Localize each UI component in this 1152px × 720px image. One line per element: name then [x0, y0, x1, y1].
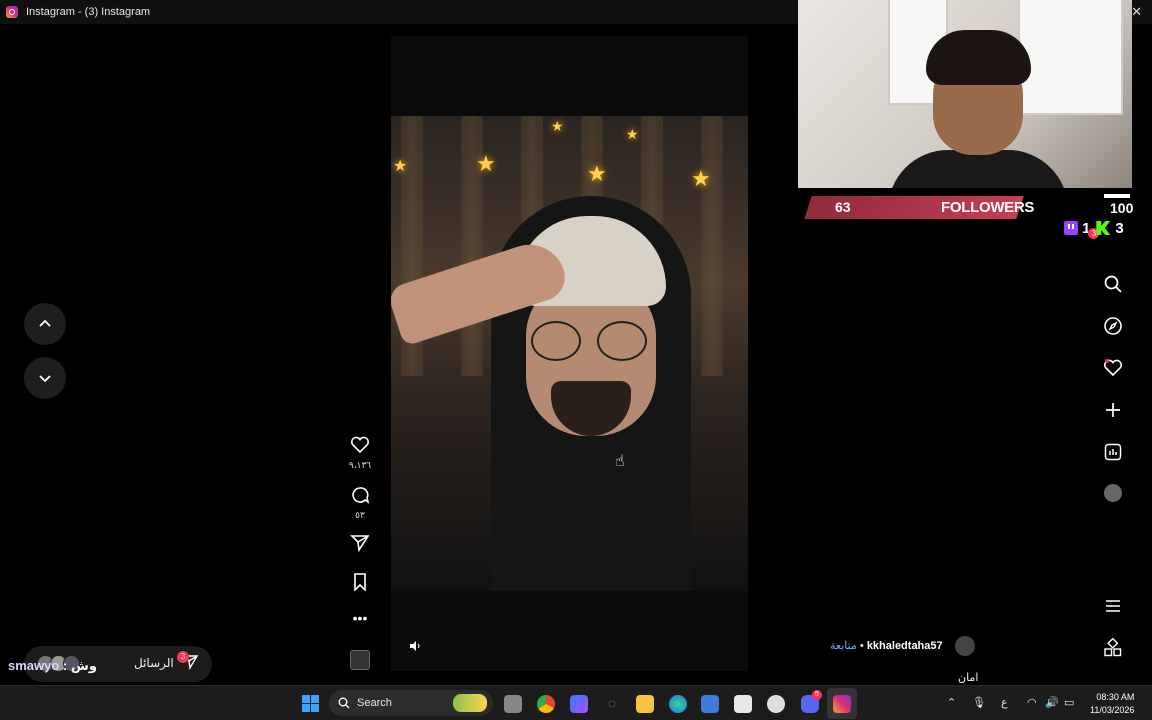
input-language[interactable]: ع [1001, 696, 1008, 709]
menu-icon[interactable] [1103, 596, 1123, 616]
search-label: Search [357, 697, 392, 709]
comment-icon[interactable] [350, 486, 370, 504]
chat-message: وش [70, 658, 97, 673]
reel-video[interactable]: ★ ★ ★ ★ ★ ★ ☝ [391, 116, 748, 591]
dashboard-icon[interactable] [1103, 442, 1123, 462]
search-icon[interactable] [1103, 274, 1123, 294]
search-icon [338, 697, 350, 709]
audio-thumbnail[interactable] [350, 650, 370, 670]
create-plus-icon[interactable] [1103, 400, 1123, 420]
share-action[interactable] [340, 534, 380, 557]
window-title: Instagram - (3) Instagram [26, 6, 151, 18]
copilot-icon[interactable] [570, 695, 588, 713]
author-username[interactable]: kkhaledtaha57 [867, 640, 943, 652]
stream-chat-line: smawyo : وش [8, 658, 97, 673]
more-options-icon[interactable]: ••• [340, 610, 380, 626]
settings-gear-icon[interactable] [767, 695, 785, 713]
instagram-taskbar-icon[interactable] [833, 695, 851, 713]
messages-label[interactable]: الرسائل [134, 656, 174, 670]
profile-avatar-icon[interactable] [1104, 484, 1122, 502]
followers-goal: 100 [1110, 200, 1134, 216]
audio-toggle-icon[interactable] [409, 640, 421, 652]
kick-count: 3 [1115, 219, 1124, 237]
platform-counts: 1 3 3 [1064, 218, 1130, 239]
close-icon[interactable]: ✕ [1131, 4, 1142, 20]
next-reel-button[interactable] [24, 357, 66, 399]
tray-overflow-icon[interactable]: ⌃ [947, 696, 956, 709]
twitch-icon [1064, 221, 1078, 235]
start-button[interactable] [302, 695, 319, 712]
clock-date: 11/03/2026 [1090, 705, 1135, 715]
chat-username: smawyo [8, 658, 60, 673]
webcam-overlay [798, 0, 1132, 188]
file-explorer-icon[interactable] [636, 695, 654, 713]
comment-count: ٥٣ [355, 510, 365, 520]
reel-caption: امان [958, 672, 979, 684]
battery-icon[interactable]: ▭ [1064, 696, 1074, 709]
windows-taskbar: Search ◌ 5 ⌃ 🎙 ع ◠ 🔊 ▭ 08:30 AM 11/03/20… [0, 685, 1152, 720]
followers-count: 63 [835, 199, 851, 215]
reel-player[interactable]: ★ ★ ★ ★ ★ ★ ☝ [391, 36, 748, 671]
explore-icon[interactable] [1103, 316, 1123, 336]
task-view-icon[interactable] [504, 695, 522, 713]
instagram-app-icon [6, 6, 18, 18]
search-highlight-icon [453, 694, 487, 712]
goal-indicator [1104, 194, 1130, 198]
store-icon[interactable] [734, 695, 752, 713]
chrome-icon[interactable] [537, 695, 555, 713]
follow-button[interactable]: متابعة [830, 640, 857, 652]
author-avatar[interactable] [955, 636, 975, 656]
followers-label: FOLLOWERS [941, 199, 1035, 216]
like-action[interactable]: ٩،١٣٦ [340, 436, 380, 471]
microphone-icon[interactable]: 🎙 [972, 696, 986, 709]
volume-icon[interactable]: 🔊 [1045, 696, 1059, 709]
mouse-cursor-icon: ☝ [615, 453, 625, 470]
comment-action[interactable]: ٥٣ [340, 486, 380, 521]
heart-icon[interactable] [350, 436, 370, 454]
chevron-up-icon [39, 319, 51, 327]
kick-icon [1096, 221, 1111, 235]
notifications-heart-icon[interactable] [1103, 358, 1123, 378]
system-clock[interactable]: 08:30 AM 11/03/2026 [1090, 691, 1134, 717]
reel-author: متابعة • kkhaledtaha57 [830, 640, 943, 652]
apps-grid-icon[interactable] [1103, 638, 1123, 658]
send-icon[interactable] [350, 534, 370, 553]
previous-reel-button[interactable] [24, 303, 66, 345]
loading-app-icon[interactable]: ◌ [603, 695, 621, 713]
outlook-icon[interactable] [701, 695, 719, 713]
like-count: ٩،١٣٦ [348, 460, 372, 470]
save-action[interactable] [340, 573, 380, 596]
discord-badge: 5 [812, 690, 822, 700]
messages-badge: 3 [177, 651, 189, 663]
chevron-down-icon [39, 375, 51, 383]
edge-icon[interactable] [669, 695, 687, 713]
clock-time: 08:30 AM [1096, 692, 1135, 702]
bookmark-icon[interactable] [350, 573, 370, 592]
wifi-icon[interactable]: ◠ [1027, 696, 1037, 709]
taskbar-search[interactable]: Search [329, 690, 493, 716]
